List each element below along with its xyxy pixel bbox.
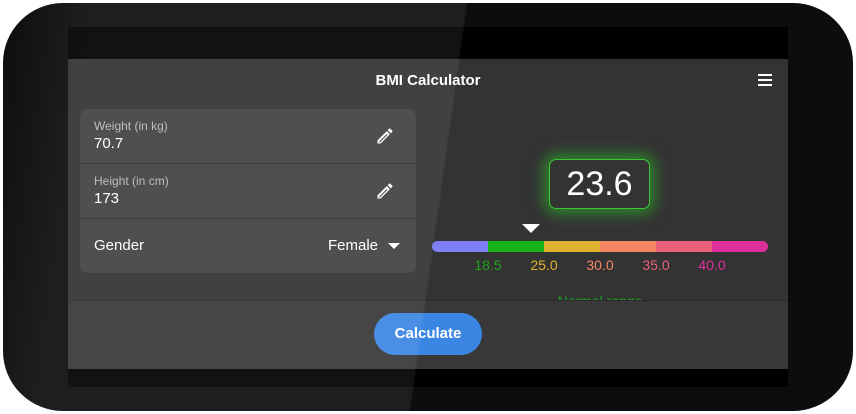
scale-tick-label: 25.0	[530, 257, 558, 273]
weight-field[interactable]: Weight (in kg) 70.7	[80, 109, 416, 163]
scale-tick-label: 30.0	[586, 257, 614, 273]
caret-down-icon[interactable]	[388, 243, 400, 249]
height-value: 173	[94, 190, 120, 207]
bottom-bar: Calculate	[68, 300, 788, 369]
bmi-scale	[432, 241, 768, 252]
scale-tick-label: 40.0	[698, 257, 726, 273]
pencil-icon[interactable]	[375, 181, 395, 201]
bmi-result: 23.6	[549, 159, 650, 209]
scale-tick-label: 35.0	[642, 257, 670, 273]
scale-segment	[488, 241, 545, 252]
calculate-button[interactable]: Calculate	[374, 313, 482, 355]
gender-select[interactable]: Gender Female	[80, 219, 416, 273]
gender-value: Female	[328, 237, 379, 254]
input-card: Weight (in kg) 70.7 Height (in cm) 173 G…	[80, 109, 416, 273]
scale-segment	[712, 241, 768, 252]
scale-segment	[544, 241, 601, 252]
menu-icon[interactable]	[758, 74, 772, 86]
height-field[interactable]: Height (in cm) 173	[80, 164, 416, 218]
scale-segment	[432, 241, 489, 252]
scale-segment	[656, 241, 713, 252]
pencil-icon[interactable]	[375, 126, 395, 146]
screen: BMI Calculator Weight (in kg) 70.7 Heigh…	[68, 27, 788, 387]
height-label: Height (in cm)	[94, 174, 169, 188]
bmi-pointer-icon	[522, 224, 540, 233]
scale-tick-label: 18.5	[474, 257, 502, 273]
app-title: BMI Calculator	[375, 72, 481, 89]
weight-value: 70.7	[94, 135, 124, 152]
device-frame: BMI Calculator Weight (in kg) 70.7 Heigh…	[3, 3, 853, 411]
weight-label: Weight (in kg)	[94, 119, 168, 133]
scale-segment	[600, 241, 657, 252]
app-window: BMI Calculator Weight (in kg) 70.7 Heigh…	[68, 59, 788, 369]
gender-label: Gender	[94, 237, 145, 254]
